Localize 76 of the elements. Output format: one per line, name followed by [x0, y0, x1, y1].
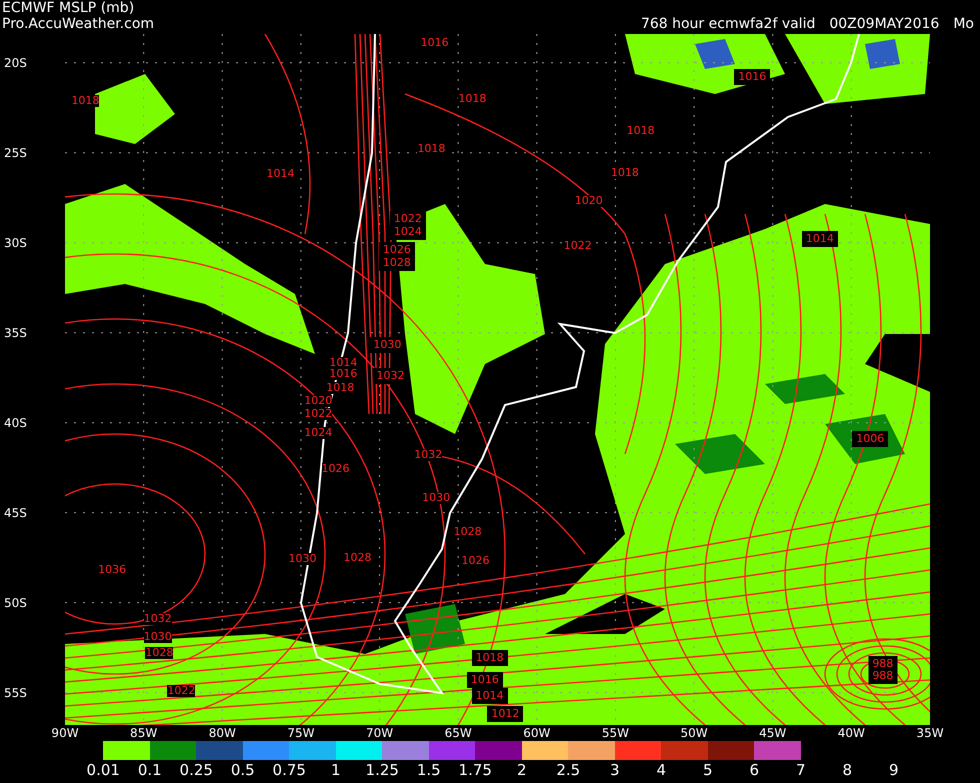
isobar-label: 1014 — [266, 168, 294, 180]
legend-label: 0.5 — [230, 760, 255, 780]
longitude-label: 85W — [130, 726, 158, 740]
isobar-label: 1018 — [71, 94, 100, 107]
legend-label: 0.25 — [180, 760, 213, 780]
latitude-label: 45S — [4, 506, 27, 520]
isobar-label: 1032 — [414, 449, 442, 462]
legend-label: 0.75 — [272, 760, 306, 780]
legend-label: 3 — [610, 760, 620, 780]
isobar-label: 1028 — [145, 647, 174, 660]
legend-label: 8 — [842, 760, 852, 780]
longitude-label: 75W — [287, 726, 314, 740]
isobar-label: 1016 — [468, 673, 502, 687]
legend-label: 1.75 — [458, 760, 492, 780]
longitude-label: 65W — [444, 726, 472, 740]
isobar-label: 1024 — [304, 427, 332, 440]
isobar-label: 1030 — [288, 553, 316, 566]
isobar-label: 1018 — [626, 125, 655, 138]
legend-label: 5 — [702, 760, 713, 780]
source-label: Pro.AccuWeather.com — [2, 16, 154, 32]
longitude-label: 35W — [916, 726, 944, 740]
isobar-label: 1026 — [322, 463, 350, 476]
isobar-label: 1014 — [329, 357, 358, 370]
legend-label: 2 — [516, 760, 527, 780]
legend-label: 4 — [656, 760, 666, 780]
isobar-label: 1026 — [461, 555, 490, 568]
longitude-label: 40W — [838, 726, 865, 740]
isobar-label: 1020 — [574, 195, 603, 208]
isobar-label: 1028 — [454, 526, 482, 538]
isobar-label: 1018 — [326, 382, 354, 394]
latitude-label: 20S — [4, 56, 27, 70]
latitude-label: 30S — [4, 236, 27, 250]
legend-label: 0.1 — [138, 760, 162, 780]
isobar-label: 1018 — [458, 92, 486, 105]
isobar-label: 1018 — [472, 651, 507, 666]
isobar-label: 1026 — [380, 242, 414, 257]
isobar-label: 1014 — [472, 689, 507, 704]
isobar-label: 1012 — [488, 707, 522, 722]
isobar-label: 1006 — [853, 432, 888, 446]
longitude-label: 45W — [759, 726, 786, 740]
latitude-label: 40S — [4, 416, 27, 430]
isobar-label: 1022 — [304, 408, 332, 420]
longitude-label: 70W — [366, 726, 394, 740]
latitude-label: 50S — [4, 596, 27, 610]
legend-label: 0.01 — [86, 760, 120, 780]
legend-label: 1.25 — [366, 760, 399, 780]
legend-label: 1 — [330, 760, 341, 780]
longitude-label: 80W — [208, 726, 236, 740]
longitude-label: 60W — [523, 726, 550, 740]
legend-label: 7 — [796, 760, 806, 780]
longitude-label: 90W — [51, 726, 79, 740]
weekday-label: Mo — [953, 16, 974, 32]
isobar-label: 1030 — [422, 492, 450, 504]
legend-label: 1.5 — [416, 760, 441, 780]
isobar-label: 1016 — [735, 70, 770, 84]
latitude-label: 55S — [4, 686, 27, 700]
isobar-label: 1020 — [304, 395, 332, 408]
legend-label: 9 — [888, 760, 899, 780]
isobar-label: 1036 — [98, 564, 126, 576]
isobar-label: 1014 — [802, 232, 837, 246]
isobar-label: 1022 — [167, 684, 196, 697]
isobar-label: 1024 — [390, 224, 425, 239]
run-label: 768 hour ecmwfa2f valid — [640, 16, 816, 32]
latitude-label: 35S — [4, 326, 27, 340]
isobar-label: 1018 — [417, 143, 446, 156]
legend-label: 2.5 — [556, 760, 580, 780]
legend-label: 6 — [749, 760, 760, 780]
isobar-label: 1022 — [564, 240, 592, 252]
longitude-label: 50W — [680, 726, 708, 740]
latitude-label: 25S — [4, 146, 27, 160]
isobar-label: 988 — [869, 669, 896, 684]
valid-time: 00Z09MAY2016 — [829, 16, 940, 32]
longitude-label: 55W — [602, 726, 630, 740]
map-title: ECMWF MSLP (mb) — [2, 0, 134, 16]
isobar-label: 1016 — [329, 368, 358, 380]
isobar-label: 1028 — [380, 256, 414, 270]
